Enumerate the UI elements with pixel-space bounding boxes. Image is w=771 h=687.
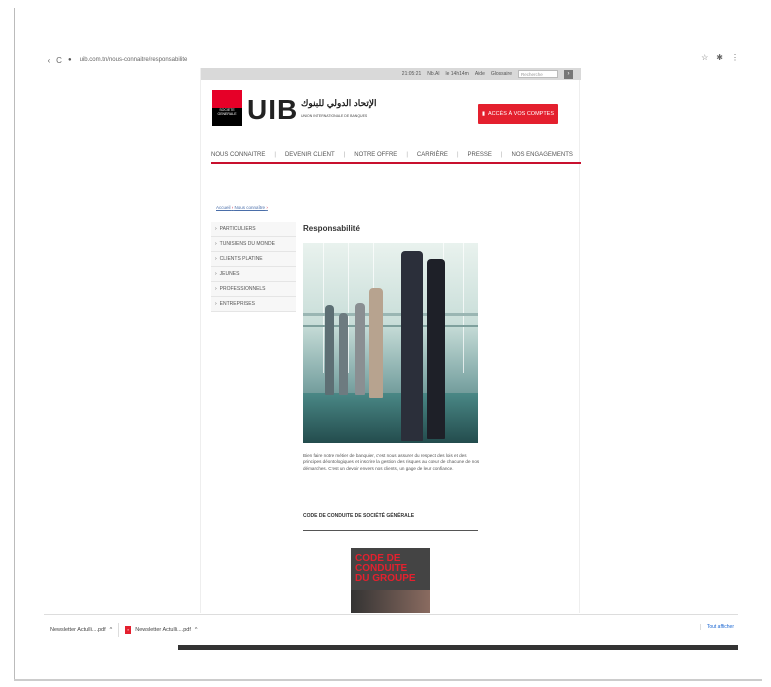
logo-red-block bbox=[212, 90, 242, 108]
taskbar-strip bbox=[178, 645, 738, 650]
utility-bar: 21:05:21 Nb.Al le 14h14m Aide Glossaire … bbox=[201, 68, 581, 80]
download-bar: Newsletter Actulli....pdf ^ ▪ Newsletter… bbox=[44, 614, 738, 644]
chevron-right-icon: › bbox=[215, 286, 217, 292]
business-people-photo bbox=[303, 243, 478, 443]
window-bottom-edge bbox=[14, 679, 762, 681]
lock-icon: ● bbox=[68, 57, 72, 63]
search-input[interactable]: Recherche bbox=[518, 70, 558, 78]
chevron-right-icon: › bbox=[215, 256, 217, 262]
sidebar-item-particuliers[interactable]: › PARTICULIERS bbox=[211, 222, 296, 237]
nav-item-carriere[interactable]: CARRIÈRE bbox=[417, 152, 448, 158]
download-filename: Newsletter Actulli....pdf bbox=[135, 626, 191, 633]
nav-item-nos-engagements[interactable]: NOS ENGAGEMENTS bbox=[512, 152, 573, 158]
logo-text: SOCIETE GENERALE bbox=[217, 108, 237, 116]
pdf-icon: ▪ bbox=[125, 625, 132, 634]
breadcrumb: Accueil › Nous connaître › bbox=[216, 205, 268, 210]
sidebar-item-label: TUNISIENS DU MONDE bbox=[219, 241, 275, 247]
sidebar-item-jeunes[interactable]: › JEUNES bbox=[211, 267, 296, 282]
nav-item-devenir-client[interactable]: DEVENIR CLIENT bbox=[285, 152, 335, 158]
reload-icon[interactable]: C bbox=[54, 56, 64, 65]
nav-item-notre-offre[interactable]: NOTRE OFFRE bbox=[354, 152, 397, 158]
utility-link[interactable]: Nb.Al bbox=[427, 71, 439, 77]
browser-toolbar-icons: ☆ ✱ ⋮ bbox=[701, 53, 739, 62]
sidebar-item-tunisiens-du-monde[interactable]: › TUNISIENS DU MONDE bbox=[211, 237, 296, 252]
access-accounts-label: ACCÈS À VOS COMPTES bbox=[488, 111, 555, 117]
nav-item-nous-connaitre[interactable]: NOUS CONNAITRE bbox=[211, 152, 265, 158]
sidebar-item-label: JEUNES bbox=[219, 271, 240, 277]
menu-icon[interactable]: ⋮ bbox=[731, 53, 739, 62]
chevron-up-icon[interactable]: ^ bbox=[110, 627, 113, 633]
photo-window-frame bbox=[463, 243, 464, 373]
back-icon[interactable]: ‹ bbox=[44, 56, 54, 65]
url-text[interactable]: uib.com.tn/nous-connaitre/responsabilite bbox=[80, 57, 188, 63]
sidebar-item-label: PROFESSIONNELS bbox=[219, 286, 266, 292]
photo-person-woman bbox=[427, 259, 445, 439]
page-title: Responsabilité bbox=[303, 224, 360, 233]
utility-link[interactable]: le 14h14m bbox=[446, 71, 469, 77]
cover-title: CODE DE CONDUITE DU GROUPE bbox=[355, 554, 416, 584]
help-link[interactable]: Aide bbox=[475, 71, 485, 77]
code-of-conduct-title: CODE DE CONDUITE DE SOCIÉTÉ GÉNÉRALE bbox=[303, 513, 415, 519]
photo-person bbox=[325, 305, 334, 395]
breadcrumb-arrow-icon: › bbox=[266, 205, 268, 210]
sidebar-item-label: PARTICULIERS bbox=[219, 226, 256, 232]
star-icon[interactable]: ☆ bbox=[701, 53, 708, 62]
chevron-right-icon: › bbox=[215, 226, 217, 232]
brand-subname: UNION INTERNATIONALE DE BANQUES bbox=[301, 114, 368, 118]
nav-separator: | bbox=[456, 152, 459, 158]
chevron-right-icon: › bbox=[215, 301, 217, 307]
chevron-right-icon: › bbox=[215, 241, 217, 247]
photo-person bbox=[355, 303, 365, 395]
breadcrumb-arrow-icon: › bbox=[231, 205, 234, 210]
nav-separator: | bbox=[500, 152, 503, 158]
sidebar-item-label: CLIENTS PLATINE bbox=[219, 256, 263, 262]
website: 21:05:21 Nb.Al le 14h14m Aide Glossaire … bbox=[200, 68, 581, 613]
section-divider bbox=[303, 530, 478, 531]
cover-image bbox=[351, 590, 430, 613]
search-icon[interactable]: › bbox=[564, 69, 573, 79]
address-bar: ‹ C ● uib.com.tn/nous-connaitre/responsa… bbox=[44, 50, 744, 70]
utility-time: 21:05:21 bbox=[401, 71, 422, 77]
cover-line: DU GROUPE bbox=[355, 573, 416, 584]
societe-generale-logo[interactable]: SOCIETE GENERALE bbox=[212, 90, 242, 126]
nav-separator: | bbox=[274, 152, 276, 158]
glossary-link[interactable]: Glossaire bbox=[491, 71, 512, 77]
chevron-right-icon: › bbox=[215, 271, 217, 277]
download-item[interactable]: Newsletter Actulli....pdf ^ bbox=[44, 627, 118, 633]
sidebar-item-entreprises[interactable]: › ENTREPRISES bbox=[211, 297, 296, 312]
photo-person-man bbox=[401, 251, 423, 441]
screenshot-frame: ‹ C ● uib.com.tn/nous-connaitre/responsa… bbox=[0, 0, 771, 687]
sidebar-item-label: ENTREPRISES bbox=[219, 301, 255, 307]
photo-floor bbox=[303, 393, 478, 443]
access-accounts-button[interactable]: ▮ ACCÈS À VOS COMPTES bbox=[478, 104, 558, 124]
photo-person bbox=[369, 288, 383, 398]
chevron-up-icon[interactable]: ^ bbox=[195, 627, 198, 633]
breadcrumb-home[interactable]: Accueil bbox=[216, 205, 231, 210]
brand-arabic-name: الإتحاد الدولي للبنوك bbox=[301, 98, 377, 108]
nav-separator: | bbox=[406, 152, 408, 158]
main-navigation: NOUS CONNAITRE | DEVENIR CLIENT | NOTRE … bbox=[211, 148, 581, 164]
sidebar-item-professionnels[interactable]: › PROFESSIONNELS bbox=[211, 282, 296, 297]
extension-icon[interactable]: ✱ bbox=[716, 53, 723, 62]
photo-window-frame bbox=[348, 243, 349, 373]
responsibility-paragraph: Bien faire notre métier de banquier, c'e… bbox=[303, 453, 480, 471]
sidebar-menu: › PARTICULIERS › TUNISIENS DU MONDE › CLIEN… bbox=[211, 222, 296, 312]
nav-item-presse[interactable]: PRESSE bbox=[468, 152, 492, 158]
breadcrumb-current[interactable]: Nous connaître bbox=[235, 205, 266, 210]
nav-separator: | bbox=[343, 152, 346, 158]
brand-name[interactable]: UIB bbox=[247, 94, 298, 126]
sidebar-item-clients-platine[interactable]: › CLIENTS PLATINE bbox=[211, 252, 296, 267]
lock-icon: ▮ bbox=[481, 111, 485, 117]
download-filename: Newsletter Actulli....pdf bbox=[50, 626, 106, 633]
photo-window-frame bbox=[323, 243, 324, 373]
download-item[interactable]: ▪ Newsletter Actulli....pdf ^ bbox=[119, 625, 203, 634]
photo-person bbox=[339, 313, 348, 395]
show-all-button[interactable]: Tout afficher bbox=[699, 624, 734, 630]
code-of-conduct-cover[interactable]: CODE DE CONDUITE DU GROUPE bbox=[351, 548, 430, 613]
window-edge bbox=[14, 8, 15, 680]
